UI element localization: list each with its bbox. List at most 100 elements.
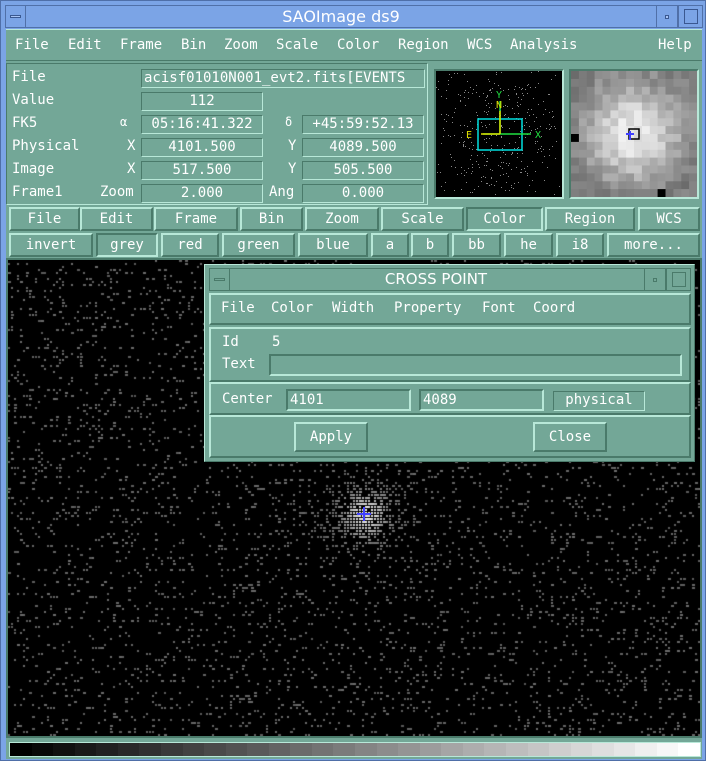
colormap-blue-button[interactable]: blue bbox=[298, 233, 368, 257]
axis-x-label: X bbox=[535, 130, 541, 141]
image-x-value: 517.500 bbox=[141, 161, 263, 180]
menu-file[interactable]: File bbox=[15, 37, 49, 53]
menu-region[interactable]: Region bbox=[398, 37, 449, 53]
menu-wcs[interactable]: WCS bbox=[467, 37, 492, 53]
colorbar-segment bbox=[678, 743, 700, 756]
zoom-value: 2.000 bbox=[141, 184, 263, 203]
panner-view[interactable]: N Y E X bbox=[434, 69, 564, 199]
dialog-button-section: Apply Close bbox=[209, 415, 691, 458]
dialog-menubar: File Color Width Property Font Coord bbox=[209, 293, 691, 325]
colorbar-segment bbox=[656, 743, 679, 756]
colorbar-segment bbox=[527, 743, 550, 756]
dialog-menu-width[interactable]: Width bbox=[332, 300, 374, 316]
physical-x-label: X bbox=[127, 138, 136, 154]
cross-point-region-icon[interactable] bbox=[356, 506, 372, 522]
window-menu-icon bbox=[10, 15, 21, 18]
dec-value: +45:59:52.13 bbox=[302, 115, 424, 134]
colormap-invert-button[interactable]: invert bbox=[9, 233, 93, 257]
colorbar-segment bbox=[333, 743, 355, 756]
dialog-title: CROSS POINT bbox=[384, 270, 488, 288]
compass-e: E bbox=[466, 130, 472, 141]
dialog-menu-file[interactable]: File bbox=[221, 300, 255, 316]
colormap-i8-button[interactable]: i8 bbox=[556, 233, 604, 257]
colormap-grey-button[interactable]: grey bbox=[96, 233, 158, 257]
physical-y-label: Y bbox=[288, 138, 297, 154]
colorbar-segment bbox=[290, 743, 312, 756]
app-client: File Edit Frame Bin Zoom Scale Color Reg… bbox=[6, 29, 702, 759]
colorbar-segment bbox=[484, 743, 506, 756]
dialog-minimize-icon bbox=[653, 278, 657, 282]
maximize-button[interactable] bbox=[678, 6, 702, 27]
colorbar-segment bbox=[570, 743, 593, 756]
buttonbar-edit-button[interactable]: Edit bbox=[80, 207, 153, 231]
text-input[interactable] bbox=[269, 354, 682, 376]
colormap-bb-button[interactable]: bb bbox=[452, 233, 501, 257]
window-title: SAOImage ds9 bbox=[282, 7, 400, 26]
physical-y-value: 4089.500 bbox=[302, 138, 424, 157]
colorbar[interactable] bbox=[9, 742, 701, 757]
buttonbar-color-button[interactable]: Color bbox=[466, 207, 543, 231]
buttonbar-wcs-button[interactable]: WCS bbox=[638, 207, 700, 231]
buttonbar-bin-button[interactable]: Bin bbox=[240, 207, 303, 231]
colormap-more-button[interactable]: more... bbox=[607, 233, 700, 257]
menu-zoom[interactable]: Zoom bbox=[224, 37, 258, 53]
alpha-symbol: α bbox=[120, 115, 128, 129]
panner-canvas: N Y E X bbox=[436, 71, 560, 195]
file-value: acisf01010N001_evt2.fits[EVENTS bbox=[141, 69, 425, 88]
colorbar-segment bbox=[96, 743, 118, 756]
title-bar[interactable]: SAOImage ds9 bbox=[5, 5, 703, 28]
colorbar-segment bbox=[419, 743, 442, 756]
close-button[interactable]: Close bbox=[533, 422, 607, 452]
frame-label: Frame1 bbox=[12, 184, 63, 200]
dialog-window-menu-button[interactable] bbox=[210, 269, 230, 290]
colorbar-segment bbox=[635, 743, 657, 756]
image-label: Image bbox=[12, 161, 55, 177]
colormap-a-button[interactable]: a bbox=[371, 233, 409, 257]
menu-analysis[interactable]: Analysis bbox=[510, 37, 577, 53]
angle-value: 0.000 bbox=[302, 184, 424, 203]
image-x-label: X bbox=[127, 161, 136, 177]
window-menu-button[interactable] bbox=[6, 6, 26, 27]
apply-button[interactable]: Apply bbox=[294, 422, 368, 452]
magnifier-view bbox=[569, 69, 699, 199]
info-panel: File acisf01010N001_evt2.fits[EVENTS Val… bbox=[6, 63, 428, 205]
physical-label: Physical bbox=[12, 138, 80, 154]
buttonbar-file-button[interactable]: File bbox=[9, 207, 80, 231]
center-y-input[interactable]: 4089 bbox=[419, 389, 544, 411]
colormap-red-button[interactable]: red bbox=[161, 233, 219, 257]
buttonbar-zoom-button[interactable]: Zoom bbox=[305, 207, 379, 231]
dialog-menu-property[interactable]: Property bbox=[394, 300, 461, 316]
text-label: Text bbox=[222, 356, 256, 372]
buttonbar-region-button[interactable]: Region bbox=[545, 207, 635, 231]
dialog-menu-coord[interactable]: Coord bbox=[533, 300, 575, 316]
menu-scale[interactable]: Scale bbox=[276, 37, 318, 53]
dialog-maximize-icon bbox=[672, 272, 686, 287]
colorbar-segment bbox=[462, 743, 485, 756]
colormap-he-button[interactable]: he bbox=[504, 233, 553, 257]
minimize-icon bbox=[665, 15, 669, 19]
buttonbar-frame-button[interactable]: Frame bbox=[154, 207, 238, 231]
colormap-b-button[interactable]: b bbox=[411, 233, 449, 257]
dialog-title-bar[interactable]: CROSS POINT bbox=[209, 268, 691, 291]
menu-help[interactable]: Help bbox=[658, 37, 692, 53]
magnifier-canvas bbox=[571, 71, 697, 197]
menu-color[interactable]: Color bbox=[337, 37, 379, 53]
center-x-input[interactable]: 4101 bbox=[286, 389, 411, 411]
colorbar-segment bbox=[160, 743, 183, 756]
dialog-menu-font[interactable]: Font bbox=[482, 300, 516, 316]
menu-frame[interactable]: Frame bbox=[120, 37, 162, 53]
angle-label: Ang bbox=[269, 184, 295, 200]
dialog-minimize-button[interactable] bbox=[644, 269, 666, 290]
menu-bin[interactable]: Bin bbox=[181, 37, 206, 53]
colorbar-segment bbox=[204, 743, 226, 756]
color-buttonbar: invert grey red green blue a b bb he i8 more... bbox=[6, 233, 702, 257]
dialog-maximize-button[interactable] bbox=[666, 269, 690, 290]
coord-system-button[interactable]: physical bbox=[553, 391, 645, 411]
dialog-menu-color[interactable]: Color bbox=[271, 300, 313, 316]
minimize-button[interactable] bbox=[656, 6, 678, 27]
buttonbar-scale-button[interactable]: Scale bbox=[381, 207, 464, 231]
colorbar-segment bbox=[376, 743, 399, 756]
menu-edit[interactable]: Edit bbox=[68, 37, 102, 53]
colormap-green-button[interactable]: green bbox=[222, 233, 295, 257]
colorbar-segment bbox=[31, 743, 54, 756]
